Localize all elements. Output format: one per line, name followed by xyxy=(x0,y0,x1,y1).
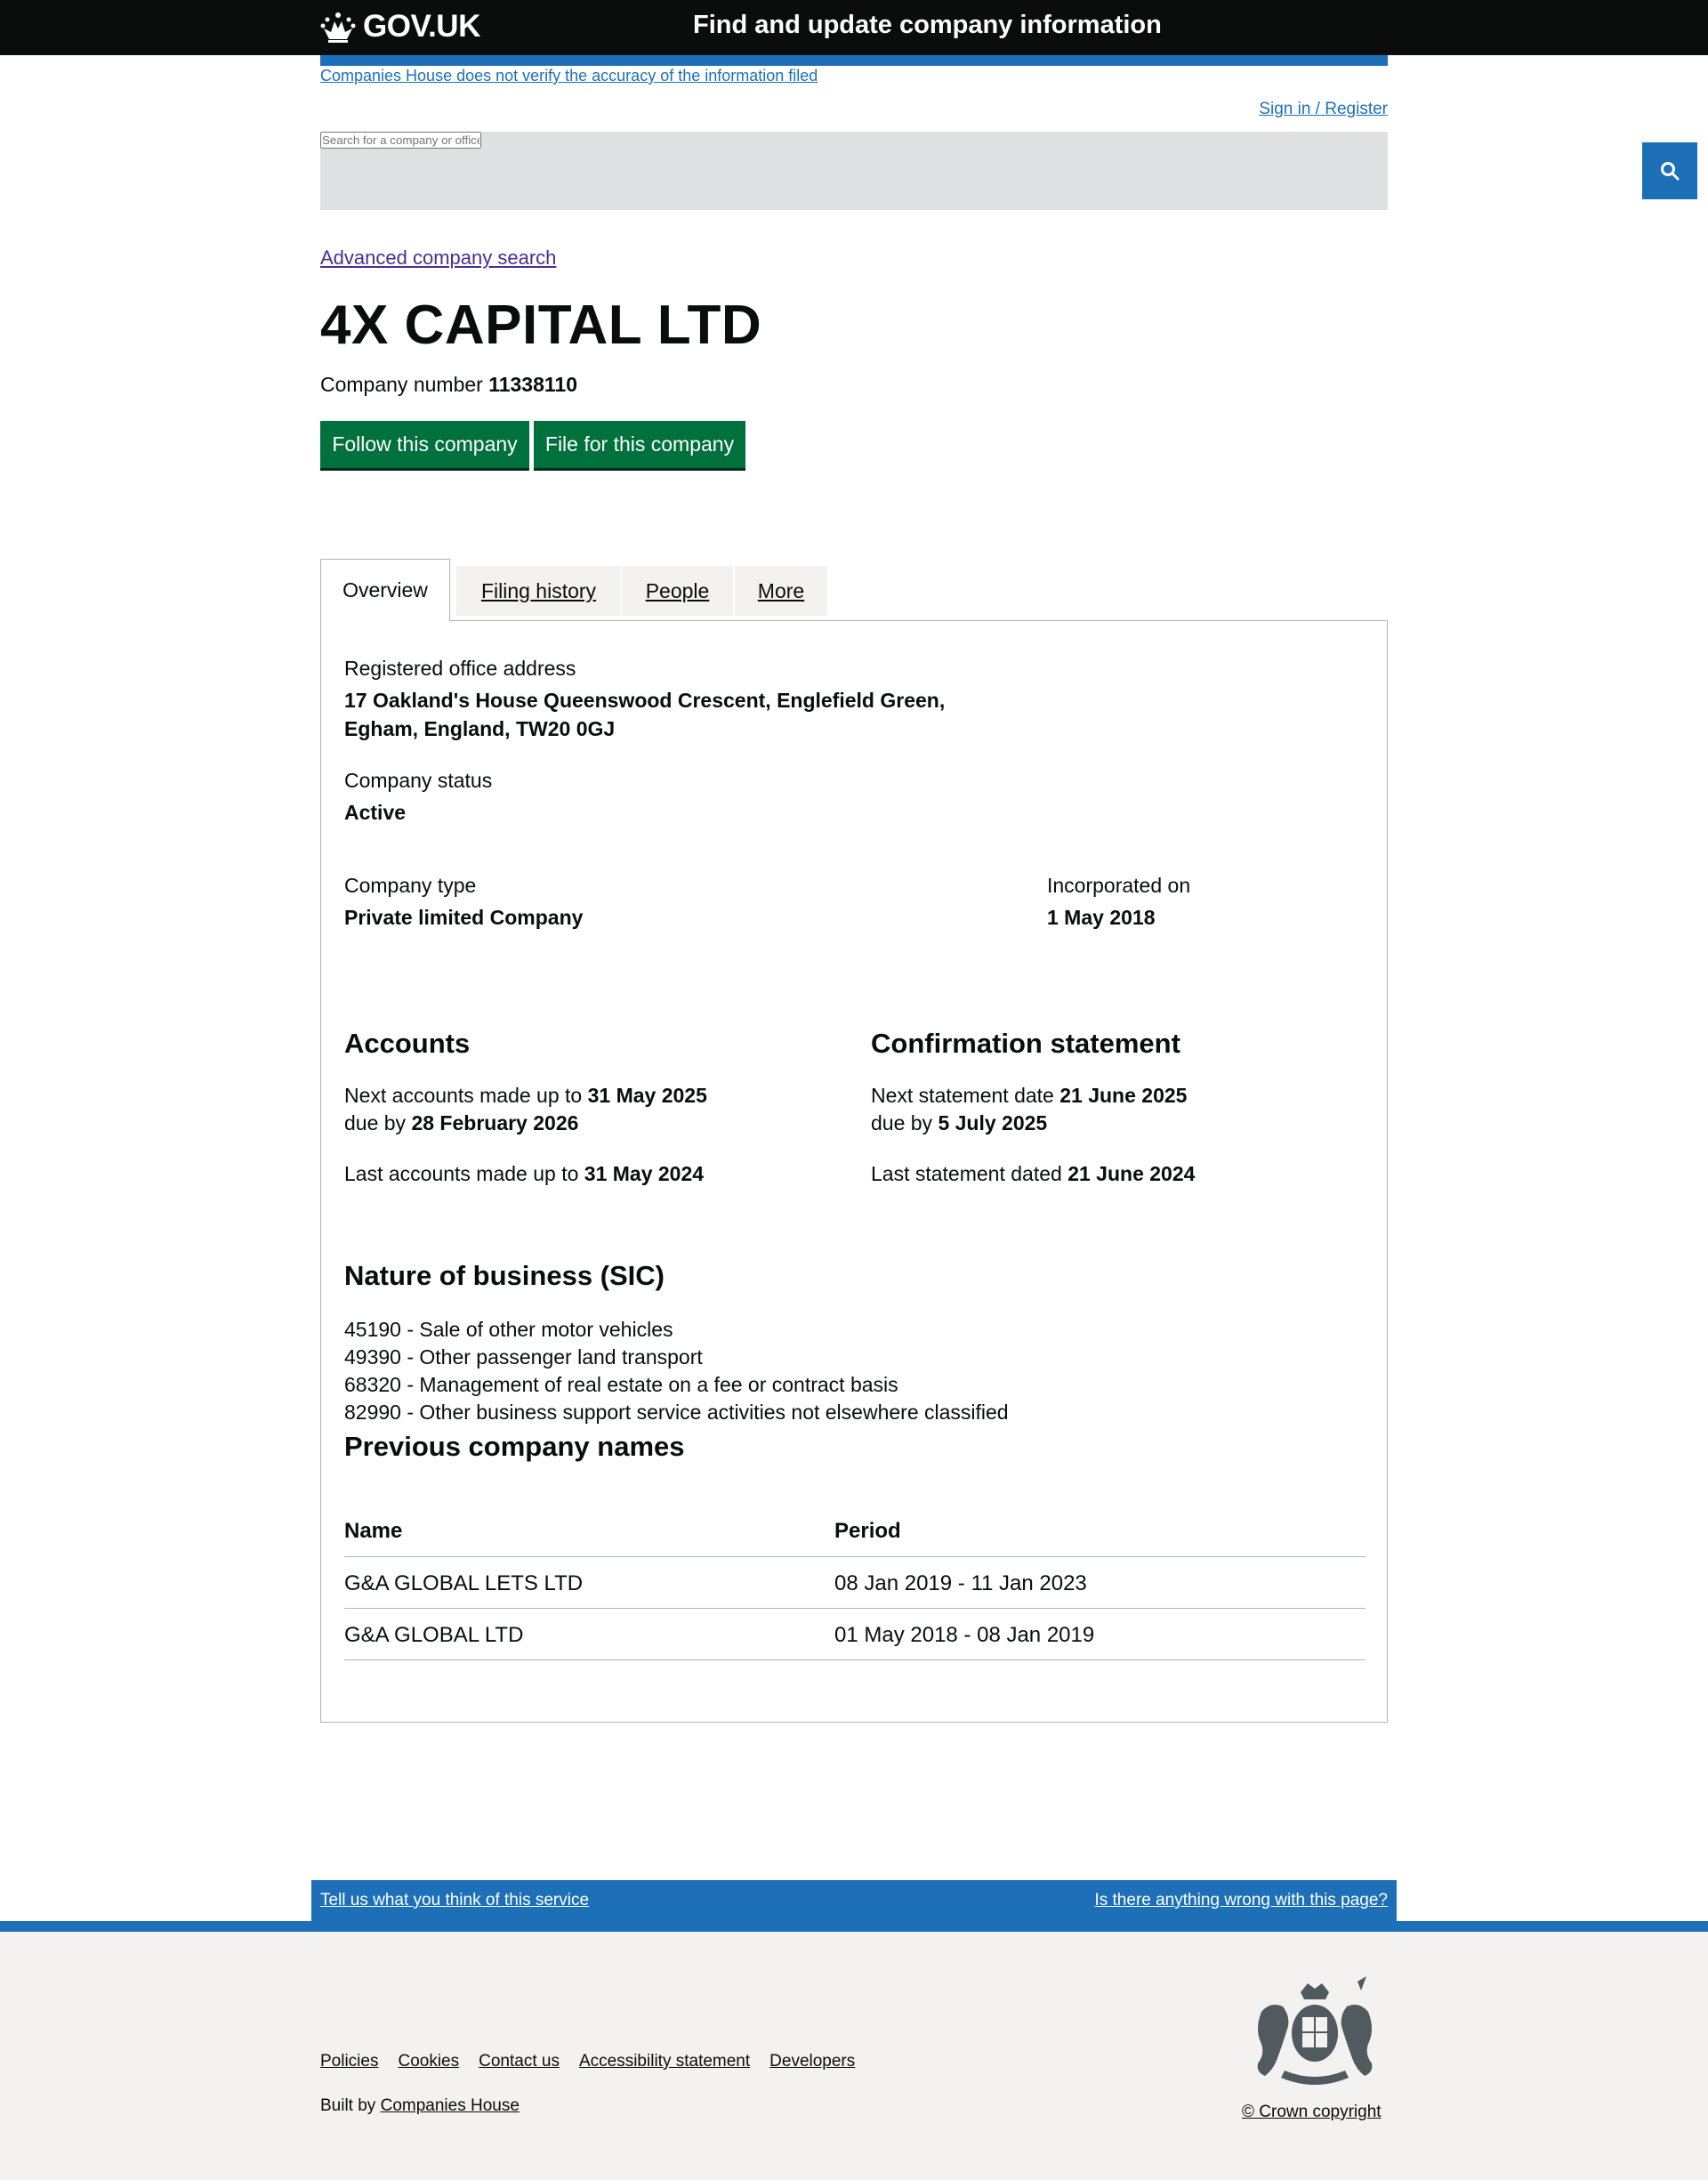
column-header-name: Name xyxy=(344,1519,403,1543)
feedback-link[interactable]: Tell us what you think of this service xyxy=(320,1891,589,1910)
accounts-last-prefix: Last accounts made up to xyxy=(344,1162,579,1185)
footer-link-contact[interactable]: Contact us xyxy=(479,2052,560,2071)
accounts-due-prefix: due by xyxy=(344,1111,407,1134)
footer-link-policies[interactable]: Policies xyxy=(320,2052,378,2071)
accounts-due: due by 28 February 2026 xyxy=(344,1110,578,1137)
company-status-value: Active xyxy=(344,801,407,824)
companies-house-link[interactable]: Companies House xyxy=(381,2096,520,2115)
logo-text: GOV.UK xyxy=(363,9,480,44)
disclaimer-link[interactable]: Companies House does not verify the accu… xyxy=(320,67,818,85)
accounts-next-prefix: Next accounts made up to xyxy=(344,1084,583,1107)
file-for-company-button[interactable]: File for this company xyxy=(534,421,745,468)
registered-address-line2: Egham, England, TW20 0GJ xyxy=(344,717,616,740)
confirmation-next-date: 21 June 2025 xyxy=(1059,1084,1188,1107)
tab-overview[interactable]: Overview xyxy=(320,559,450,621)
table-row: G&A GLOBAL LTD 01 May 2018 - 08 Jan 2019 xyxy=(344,1609,1366,1660)
search-button[interactable] xyxy=(1642,142,1697,199)
govuk-logo-link[interactable]: GOV.UK xyxy=(320,7,480,46)
incorporated-label: Incorporated on xyxy=(1047,874,1191,897)
report-problem-link[interactable]: Is there anything wrong with this page? xyxy=(1094,1891,1388,1910)
registered-address-label: Registered office address xyxy=(344,657,576,680)
previous-name: G&A GLOBAL LETS LTD xyxy=(344,1571,584,1595)
accounts-next: Next accounts made up to 31 May 2025 xyxy=(344,1082,707,1110)
confirmation-due: due by 5 July 2025 xyxy=(871,1110,1047,1137)
footer-link-cookies[interactable]: Cookies xyxy=(398,2052,459,2071)
confirmation-last-date: 21 June 2024 xyxy=(1068,1162,1196,1185)
table-header-row: Name Period xyxy=(344,1505,1366,1557)
sic-list: 45190 - Sale of other motor vehicles 493… xyxy=(344,1316,1009,1426)
sic-item: 45190 - Sale of other motor vehicles xyxy=(344,1318,673,1341)
footer-links: Policies Cookies Contact us Accessibilit… xyxy=(320,2052,855,2071)
site-footer: Policies Cookies Contact us Accessibilit… xyxy=(0,1932,1708,2180)
confirmation-due-date: 5 July 2025 xyxy=(938,1111,1048,1134)
search-bar xyxy=(320,132,1697,210)
column-header-period: Period xyxy=(834,1519,901,1543)
service-name-link[interactable]: Find and update company information xyxy=(693,11,1162,40)
confirmation-due-prefix: due by xyxy=(871,1111,933,1134)
royal-coat-of-arms-icon xyxy=(1257,1976,1373,2085)
site-header: GOV.UK Find and update company informati… xyxy=(0,0,1708,55)
header-blue-bar xyxy=(320,55,1388,66)
accounts-next-date: 31 May 2025 xyxy=(587,1084,707,1107)
registered-address-line1: 17 Oakland's House Queenswood Crescent, … xyxy=(344,689,946,712)
sic-item: 49390 - Other passenger land transport xyxy=(344,1345,703,1369)
footer-link-accessibility[interactable]: Accessibility statement xyxy=(579,2052,750,2071)
confirmation-heading: Confirmation statement xyxy=(871,1028,1180,1059)
footer-link-developers[interactable]: Developers xyxy=(769,2052,855,2071)
confirmation-next-prefix: Next statement date xyxy=(871,1084,1054,1107)
tab-filing-history[interactable]: Filing history xyxy=(456,566,621,616)
search-icon xyxy=(1661,162,1680,181)
crown-copyright-link[interactable]: © Crown copyright xyxy=(1242,2103,1382,2122)
previous-names-heading: Previous company names xyxy=(344,1431,685,1462)
company-type-value: Private limited Company xyxy=(344,906,584,929)
tab-people[interactable]: People xyxy=(622,566,733,616)
incorporated-value: 1 May 2018 xyxy=(1047,906,1156,929)
footer-blue-bar xyxy=(0,1921,1708,1932)
crown-icon xyxy=(320,12,356,43)
company-number-value: 11338110 xyxy=(488,373,577,396)
table-row: G&A GLOBAL LETS LTD 08 Jan 2019 - 11 Jan… xyxy=(344,1557,1366,1609)
previous-period: 08 Jan 2019 - 11 Jan 2023 xyxy=(834,1571,1087,1595)
confirmation-next: Next statement date 21 June 2025 xyxy=(871,1082,1187,1110)
accounts-due-date: 28 February 2026 xyxy=(411,1111,579,1134)
company-number: Company number 11338110 xyxy=(320,373,577,397)
built-by-prefix: Built by xyxy=(320,2096,376,2115)
sign-in-link[interactable]: Sign in / Register xyxy=(1259,100,1388,119)
tab-more[interactable]: More xyxy=(735,566,827,616)
previous-name: G&A GLOBAL LTD xyxy=(344,1623,524,1647)
confirmation-last: Last statement dated 21 June 2024 xyxy=(871,1160,1195,1188)
page-title: 4X CAPITAL LTD xyxy=(320,295,762,356)
follow-company-button[interactable]: Follow this company xyxy=(320,421,529,468)
sic-heading: Nature of business (SIC) xyxy=(344,1260,665,1291)
company-type-label: Company type xyxy=(344,874,477,897)
previous-period: 01 May 2018 - 08 Jan 2019 xyxy=(834,1623,1095,1647)
company-status-label: Company status xyxy=(344,769,493,792)
confirmation-last-prefix: Last statement dated xyxy=(871,1162,1062,1185)
feedback-bar: Tell us what you think of this service I… xyxy=(311,1880,1397,1921)
advanced-search-link[interactable]: Advanced company search xyxy=(320,246,556,270)
built-by: Built by Companies House xyxy=(320,2096,520,2116)
sic-item: 82990 - Other business support service a… xyxy=(344,1401,1009,1424)
accounts-last-date: 31 May 2024 xyxy=(584,1162,705,1185)
search-input[interactable] xyxy=(320,132,481,149)
accounts-last: Last accounts made up to 31 May 2024 xyxy=(344,1160,704,1188)
sic-item: 68320 - Management of real estate on a f… xyxy=(344,1373,898,1396)
overview-panel: Registered office address 17 Oakland's H… xyxy=(320,620,1388,1723)
accounts-heading: Accounts xyxy=(344,1028,471,1059)
company-number-label: Company number xyxy=(320,373,483,396)
